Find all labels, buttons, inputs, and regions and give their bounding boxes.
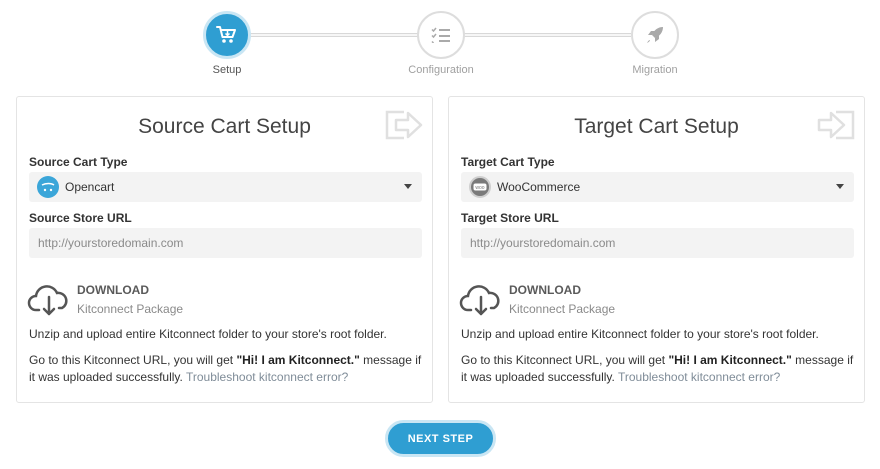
upload-instruction: Unzip and upload entire Kitconnect folde… <box>29 327 387 341</box>
instruction-highlight: "Hi! I am Kitconnect." <box>668 353 792 367</box>
verify-instruction: Go to this Kitconnect URL, you will get … <box>461 352 854 386</box>
download-package-link[interactable]: DOWNLOAD Kitconnect Package <box>459 281 615 317</box>
source-store-url-label: Source Store URL <box>29 211 132 225</box>
instruction-text: Go to this Kitconnect URL, you will get <box>461 353 669 367</box>
verify-instruction: Go to this Kitconnect URL, you will get … <box>29 352 422 386</box>
woocommerce-logo-icon: woo <box>469 176 491 198</box>
troubleshoot-link[interactable]: Troubleshoot kitconnect error? <box>618 370 780 384</box>
cloud-download-icon <box>459 285 500 316</box>
download-subtitle: Kitconnect Package <box>77 301 184 316</box>
checklist-icon <box>431 27 450 43</box>
download-package-link[interactable]: DOWNLOAD Kitconnect Package <box>27 281 183 317</box>
rocket-icon <box>647 27 663 43</box>
next-step-button[interactable]: NEXT STEP <box>385 420 496 457</box>
step-label: Migration <box>632 64 678 76</box>
import-arrow-icon <box>817 110 855 140</box>
step-label: Setup <box>212 64 242 76</box>
step-setup[interactable]: Setup <box>167 11 287 76</box>
export-arrow-icon <box>385 110 423 140</box>
upload-instruction: Unzip and upload entire Kitconnect folde… <box>461 327 819 341</box>
download-title: DOWNLOAD <box>77 282 149 297</box>
step-configuration[interactable]: Configuration <box>381 11 501 76</box>
step-configuration-circle <box>417 11 465 59</box>
target-store-url-input[interactable] <box>461 228 854 258</box>
target-cart-type-label: Target Cart Type <box>461 155 555 169</box>
target-cart-type-select[interactable]: woo WooCommerce <box>461 172 854 202</box>
step-label: Configuration <box>408 64 474 76</box>
instruction-highlight: "Hi! I am Kitconnect." <box>236 353 360 367</box>
panel-title: Target Cart Setup <box>574 115 739 138</box>
step-setup-circle <box>203 11 251 59</box>
target-cart-panel: Target Cart Setup Target Cart Type woo W… <box>448 96 865 403</box>
source-cart-type-label: Source Cart Type <box>29 155 128 169</box>
panel-title: Source Cart Setup <box>138 115 311 138</box>
download-title: DOWNLOAD <box>509 282 581 297</box>
source-cart-panel: Source Cart Setup Source Cart Type Openc… <box>16 96 433 403</box>
svg-text:woo: woo <box>475 185 484 191</box>
cart-icon <box>216 26 236 43</box>
step-migration[interactable]: Migration <box>595 11 715 76</box>
troubleshoot-link[interactable]: Troubleshoot kitconnect error? <box>186 370 348 384</box>
selected-cart-value: WooCommerce <box>497 180 581 194</box>
progress-stepper: Setup Configuration Migration <box>0 0 880 90</box>
source-cart-type-select[interactable]: Opencart <box>29 172 422 202</box>
cloud-download-icon <box>27 285 68 316</box>
selected-cart-value: Opencart <box>65 180 115 194</box>
opencart-logo-icon <box>37 176 59 198</box>
instruction-text: Go to this Kitconnect URL, you will get <box>29 353 237 367</box>
chevron-down-icon <box>836 184 844 189</box>
step-migration-circle <box>631 11 679 59</box>
download-subtitle: Kitconnect Package <box>509 301 616 316</box>
target-store-url-label: Target Store URL <box>461 211 559 225</box>
source-store-url-input[interactable] <box>29 228 422 258</box>
chevron-down-icon <box>404 184 412 189</box>
